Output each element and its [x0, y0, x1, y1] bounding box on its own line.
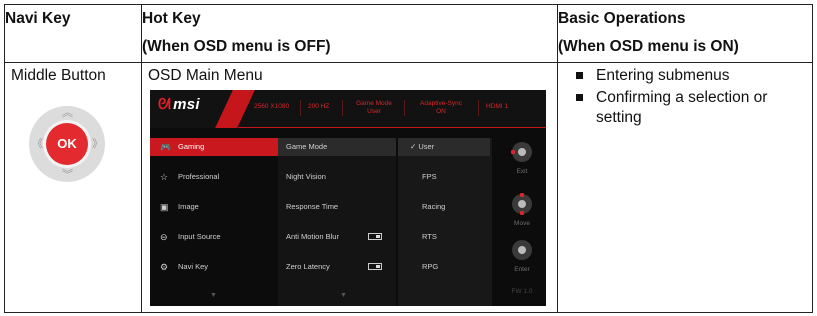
submenu-item: Game Mode	[278, 138, 396, 156]
osd-adaptive-sync-title: Adaptive-Sync	[420, 100, 462, 107]
osd-options: ✓ User FPS Racing RTS RPG	[398, 138, 492, 306]
option-item: RTS	[422, 232, 437, 241]
header-navi-key: Navi Key	[4, 4, 142, 63]
list-item: Confirming a selection or setting	[574, 88, 812, 128]
control-label-move: Move	[514, 220, 530, 227]
menu-item-label: Professional	[178, 172, 220, 181]
control-label-exit: Exit	[516, 168, 528, 175]
osd-input: HDMI 1	[486, 103, 509, 110]
navi-cell: Middle Button ︽ ︾ 《 》 OK	[4, 62, 142, 313]
osd-game-mode-status: Game Mode User	[350, 100, 398, 116]
list-item: Entering submenus	[574, 66, 812, 86]
osd-separator	[300, 100, 301, 116]
bullet-icon	[576, 72, 583, 79]
option-item: Racing	[422, 202, 446, 211]
chevron-down-icon: ▼	[340, 292, 347, 299]
option-item: RPG	[422, 262, 439, 271]
menu-item-label: Navi Key	[178, 262, 209, 271]
navi-key-diagram: ︽ ︾ 《 》 OK	[17, 94, 117, 194]
osd-redline	[238, 127, 546, 128]
msi-logo-text: msi	[173, 96, 200, 113]
header-hot-key: Hot Key (When OSD menu is OFF)	[141, 4, 558, 63]
option-item: FPS	[422, 172, 437, 181]
right-arrow-icon: 》	[92, 138, 103, 150]
submenu-item-anti-motion-blur: Anti Motion Blur	[278, 228, 396, 258]
operation-label: Confirming a selection or setting	[596, 89, 768, 126]
gamepad-icon: 🎮	[160, 142, 172, 152]
osd-game-mode-value: User	[367, 108, 381, 115]
left-arrow-icon: 《	[32, 138, 43, 150]
osd-separator	[404, 100, 405, 116]
osd-submenu: Game Mode Night Vision Response Time Ant…	[278, 138, 396, 306]
menu-item-label: Image	[178, 202, 199, 211]
osd-game-mode-title: Game Mode	[356, 100, 392, 107]
submenu-item: Night Vision	[286, 172, 326, 181]
hot-key-cell: OSD Main Menu ᘛ msi 2560 X1080 200 HZ Gam…	[141, 62, 558, 313]
osd-separator	[478, 100, 479, 116]
menu-item-label: Gaming	[178, 142, 205, 151]
move-control-icon	[512, 193, 532, 215]
basic-ops-cell: Entering submenus Confirming a selection…	[557, 62, 813, 313]
hot-key-label: OSD Main Menu	[148, 67, 263, 84]
osd-refresh-rate: 200 HZ	[308, 103, 330, 110]
firmware-version: FW 1.0	[511, 288, 533, 295]
osd-separator	[342, 100, 343, 116]
header-hot-key-sub: (When OSD menu is OFF)	[142, 38, 331, 55]
msi-logo: ᘛ msi	[158, 96, 200, 113]
msi-dragon-icon: ᘛ	[158, 96, 172, 113]
control-label-enter: Enter	[514, 266, 530, 273]
navi-label: Middle Button	[11, 67, 106, 84]
osd-adaptive-sync-status: Adaptive-Sync ON	[412, 100, 470, 116]
operations-list: Entering submenus Confirming a selection…	[564, 66, 812, 128]
osd-adaptive-sync-value: ON	[436, 108, 446, 115]
toggle-icon	[368, 233, 382, 240]
red-dot	[520, 193, 524, 197]
option-label: User	[418, 142, 435, 151]
osd-main-menu: 🎮 Gaming ☆ Professional ▣ Image ⊖ Input Sour…	[150, 138, 297, 288]
table-row: Middle Button ︽ ︾ 《 》 OK OSD Main Menu ᘛ…	[4, 62, 813, 313]
down-arrow-icon: ︾	[62, 169, 73, 181]
enter-control-icon	[512, 240, 532, 260]
submenu-item: Response Time	[286, 202, 339, 211]
navi-key-icon: ⚙	[160, 262, 169, 272]
red-dot	[520, 211, 524, 215]
star-icon: ☆	[160, 172, 169, 182]
up-arrow-icon: ︽	[62, 107, 73, 119]
ok-button-icon: OK	[46, 123, 88, 165]
image-icon: ▣	[160, 202, 169, 212]
menu-item-image: ▣ Image	[150, 198, 276, 228]
menu-item-label: Input Source	[178, 232, 221, 241]
red-dot	[511, 150, 515, 154]
menu-item-gaming: 🎮 Gaming	[150, 138, 297, 156]
chevron-down-icon: ▼	[210, 292, 217, 299]
header-hot-key-label: Hot Key	[142, 10, 201, 27]
menu-item-navi-key: ⚙ Navi Key	[150, 258, 276, 288]
header-basic-ops-sub: (When OSD menu is ON)	[558, 38, 739, 55]
header-navi-key-label: Navi Key	[5, 10, 71, 27]
osd-screenshot: ᘛ msi 2560 X1080 200 HZ Game Mode User Ad…	[150, 90, 546, 306]
menu-item-professional: ☆ Professional	[150, 168, 276, 198]
header-basic-ops-label: Basic Operations	[558, 10, 686, 27]
operation-label: Entering submenus	[596, 67, 730, 84]
navi-key-table: Navi Key Hot Key (When OSD menu is OFF) …	[4, 4, 813, 313]
menu-item-input-source: ⊖ Input Source	[150, 228, 276, 258]
red-dot	[520, 248, 524, 252]
header-row: Navi Key Hot Key (When OSD menu is OFF) …	[4, 4, 813, 63]
submenu-item-zero-latency: Zero Latency	[278, 258, 396, 288]
input-icon: ⊖	[160, 232, 168, 242]
submenu-item-label: Anti Motion Blur	[286, 232, 339, 241]
bullet-icon	[576, 94, 583, 101]
header-basic-ops: Basic Operations (When OSD menu is ON)	[557, 4, 813, 63]
osd-resolution: 2560 X1080	[254, 103, 290, 110]
toggle-icon	[368, 263, 382, 270]
submenu-item-label: Zero Latency	[286, 262, 330, 271]
option-item-selected: ✓ User	[398, 138, 490, 156]
exit-control-icon	[511, 142, 532, 162]
osd-control-rail: Exit Move Enter FW 1.0	[502, 132, 546, 306]
